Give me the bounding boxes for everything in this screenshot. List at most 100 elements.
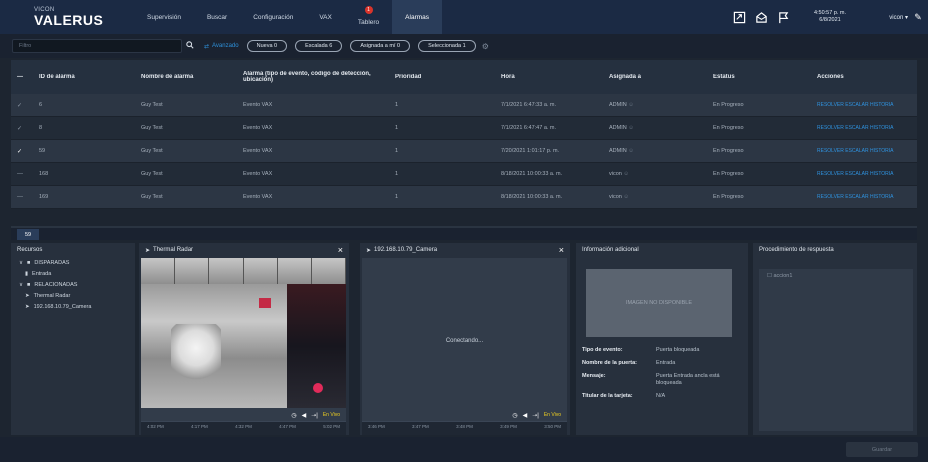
table-row[interactable]: — 169 Guy Test Evento VAX 1 8/18/2021 10… (11, 186, 917, 209)
close-icon[interactable]: × (559, 245, 564, 255)
tree-label: RELACIONADAS (34, 281, 78, 288)
chip-nueva[interactable]: Nueva 0 (246, 40, 288, 52)
user-icon: ☺ (628, 148, 634, 154)
thumbnail[interactable] (209, 258, 244, 284)
tab-vax[interactable]: VAX (306, 0, 345, 34)
cell-priority: 1 (395, 102, 399, 108)
tab-configuracion[interactable]: Configuración (240, 0, 306, 34)
header-name[interactable]: Nombre de alarma (135, 74, 237, 80)
row-actions-link[interactable]: RESOLVER ESCALAR HISTORIA (811, 102, 917, 108)
cell-time: 7/1/2021 6:47:47 a. m. (501, 125, 557, 131)
resources-panel: Recursos ∨ ■ DISPARADAS ▮ Entrada ∨ ■ RELACIO… (11, 243, 135, 435)
save-button[interactable]: Guardar (846, 442, 918, 457)
tab-alarm-59[interactable]: 59 (17, 229, 39, 240)
row-checkbox[interactable]: ✓ (11, 102, 33, 109)
tree-item-camera[interactable]: ➤ 192.168.10.79_Camera (19, 301, 135, 312)
row-actions-link[interactable]: RESOLVER ESCALAR HISTORIA (811, 171, 917, 177)
tab-alarmas[interactable]: Alarmas (392, 0, 443, 34)
skip-live-icon[interactable]: ➝| (311, 412, 318, 419)
user-icon: ☺ (628, 125, 634, 131)
tab-tablero[interactable]: 1 Tablero (345, 0, 392, 34)
filter-input[interactable]: Filtro (12, 39, 182, 53)
cell-name: Guy Test (141, 171, 163, 177)
filter-bar: Filtro ⇄ Avanzado Nueva 0 Escalada 6 Asi… (0, 34, 928, 58)
close-icon[interactable]: × (338, 245, 343, 255)
live-label[interactable]: En Vivo (323, 412, 340, 418)
row-actions-link[interactable]: RESOLVER ESCALAR HISTORIA (811, 125, 917, 131)
thumbnail[interactable] (175, 258, 210, 284)
folder-icon: ■ (27, 281, 31, 288)
user-menu[interactable]: vicon ▾ (858, 14, 908, 21)
info-label: Nombre de la puerta: (582, 360, 638, 366)
alarms-app: VICON VALERUS Supervisión Buscar Configu… (0, 0, 928, 462)
row-checkbox[interactable]: — (11, 194, 33, 200)
timeline-tick: 3:47 PM (412, 424, 429, 429)
flag-icon[interactable] (772, 0, 794, 34)
row-checkbox[interactable]: ✓ (11, 148, 33, 155)
procedure-item[interactable]: ☐ accion1 (759, 269, 913, 279)
header-id[interactable]: ID de alarma (33, 74, 135, 80)
table-row[interactable]: ✓ 8 Guy Test Evento VAX 1 7/1/2021 6:47:… (11, 117, 917, 140)
skip-live-icon[interactable]: ➝| (532, 412, 539, 419)
header-alarm[interactable]: Alarma (tipo de evento, código de detecc… (237, 71, 389, 83)
header-status[interactable]: Estatus (707, 74, 811, 80)
folder-icon: ■ (27, 259, 31, 266)
row-actions-link[interactable]: RESOLVER ESCALAR HISTORIA (811, 194, 917, 200)
top-icons: 4:50:57 p. m. 6/8/2021 vicon ▾ ✎ (728, 0, 928, 34)
thumbnail[interactable] (311, 258, 347, 284)
cell-time: 7/20/2021 1:01:17 p. m. (501, 148, 560, 154)
thermal-video[interactable]: ◷ ◀ ➝| En Vivo 4:02 PM 4:17 PM 4:32 PM 4… (141, 258, 347, 435)
chip-asignada[interactable]: Asignada a mí 0 (350, 40, 411, 52)
thermal-marker (259, 298, 271, 308)
header-assigned[interactable]: Asignada a (603, 74, 707, 80)
info-label: Titular de la tarjeta: (582, 393, 633, 399)
cell-alarm: Evento VAX (243, 125, 273, 131)
tree-group-triggered[interactable]: ∨ ■ DISPARADAS (19, 257, 135, 268)
row-checkbox[interactable]: ✓ (11, 125, 33, 132)
header-priority[interactable]: Prioridad (389, 74, 495, 80)
timeline-tick: 4:17 PM (191, 424, 208, 429)
thermal-panel-header: ➤ Thermal Radar × (139, 243, 349, 257)
camera-video[interactable]: Conectando... ◷ ◀ ➝| En Vivo 3:46 PM 3:4… (362, 258, 567, 435)
live-label[interactable]: En Vivo (544, 412, 561, 418)
timeline-tick: 3:46 PM (368, 424, 385, 429)
info-value: Entrada (656, 360, 676, 366)
select-all-checkbox[interactable]: — (11, 74, 33, 80)
chip-seleccionada[interactable]: Seleccionada 1 (418, 40, 476, 52)
header-time[interactable]: Hora (495, 74, 603, 80)
thumbnail[interactable] (243, 258, 278, 284)
volume-icon[interactable]: ◀ (523, 412, 528, 419)
tree-group-related[interactable]: ∨ ■ RELACIONADAS (19, 279, 135, 290)
tree-item-entrada[interactable]: ▮ Entrada (19, 268, 135, 279)
thumbnail[interactable] (277, 258, 312, 284)
volume-icon[interactable]: ◀ (302, 412, 307, 419)
tab-supervision[interactable]: Supervisión (134, 0, 194, 34)
timeline-tick: 3:50 PM (544, 424, 561, 429)
timeline[interactable]: 4:02 PM 4:17 PM 4:32 PM 4:47 PM 5:02 PM (141, 421, 346, 435)
advanced-filter-toggle[interactable]: ⇄ Avanzado (204, 43, 239, 50)
search-icon[interactable] (186, 41, 196, 51)
mail-icon[interactable] (750, 0, 772, 34)
tab-buscar[interactable]: Buscar (194, 0, 240, 34)
pencil-icon[interactable]: ✎ (908, 12, 928, 23)
footer-bar: Guardar (0, 437, 928, 462)
chip-escalada[interactable]: Escalada 6 (295, 40, 343, 52)
cell-alarm: Evento VAX (243, 171, 273, 177)
row-checkbox[interactable]: — (11, 171, 33, 177)
thumbnail[interactable] (141, 258, 176, 284)
top-navigation: VICON VALERUS Supervisión Buscar Configu… (0, 0, 928, 34)
gear-icon[interactable]: ⚙ (482, 42, 489, 51)
date-time: 4:50:57 p. m. 6/8/2021 (802, 10, 858, 24)
table-row[interactable]: — 168 Guy Test Evento VAX 1 8/18/2021 10… (11, 163, 917, 186)
chevron-down-icon: ∨ (19, 259, 24, 266)
timeline[interactable]: 3:46 PM 3:47 PM 3:48 PM 3:49 PM 3:50 PM (362, 421, 567, 435)
camera-icon: ➤ (145, 247, 151, 254)
clock-icon[interactable]: ◷ (291, 412, 296, 419)
camera-panel-title: 192.168.10.79_Camera (374, 247, 438, 253)
table-row[interactable]: ✓ 6 Guy Test Evento VAX 1 7/1/2021 6:47:… (11, 94, 917, 117)
row-actions-link[interactable]: RESOLVER ESCALAR HISTORIA (811, 148, 917, 154)
clock-icon[interactable]: ◷ (512, 412, 517, 419)
tree-item-thermal[interactable]: ➤ Thermal Radar (19, 290, 135, 301)
table-row[interactable]: ✓ 59 Guy Test Evento VAX 1 7/20/2021 1:0… (11, 140, 917, 163)
export-icon[interactable] (728, 0, 750, 34)
